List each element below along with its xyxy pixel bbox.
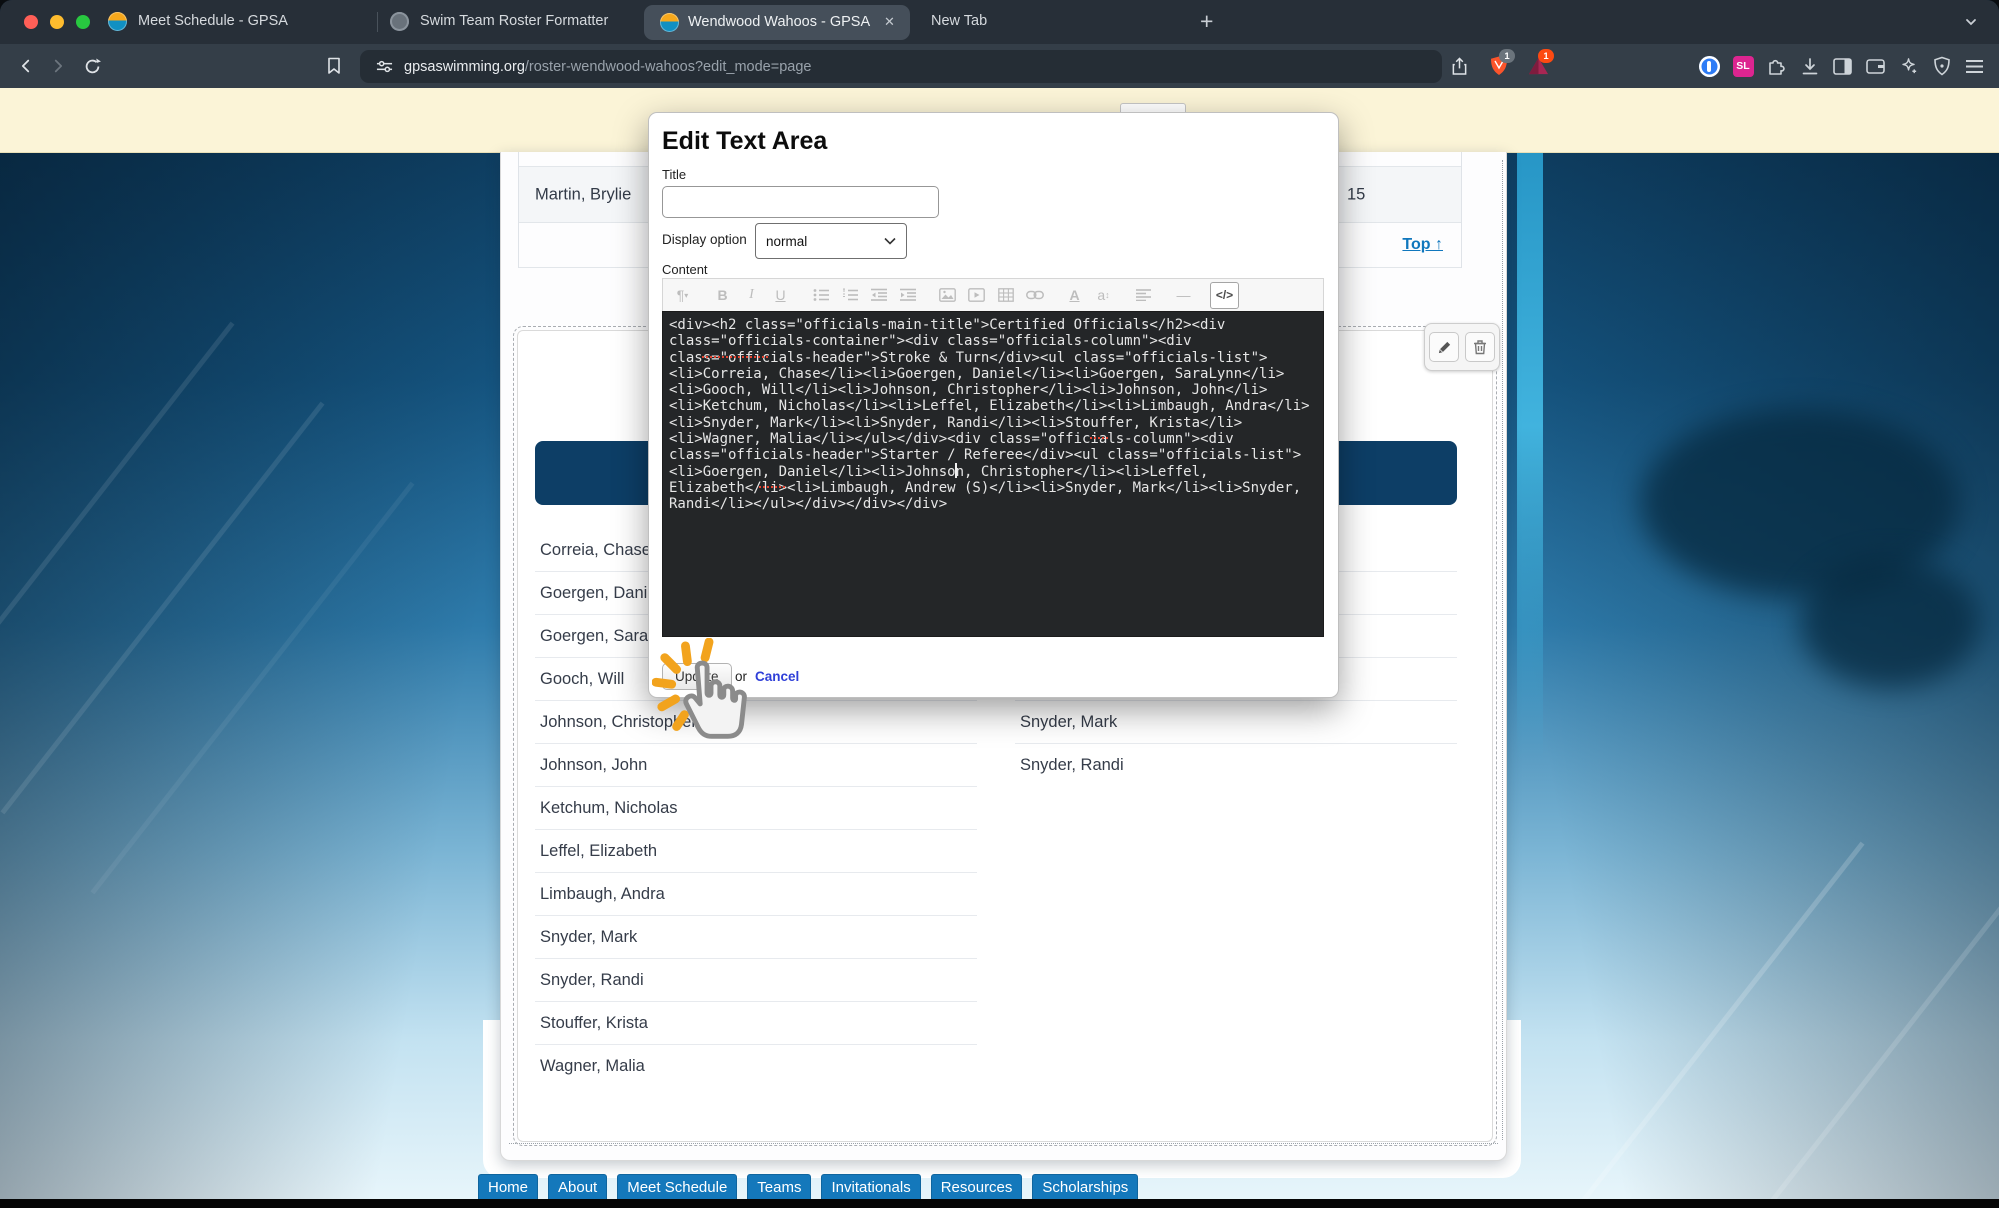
insert-table-button[interactable] <box>992 283 1019 308</box>
numbered-list-button[interactable] <box>836 283 863 308</box>
browser-toolbar: gpsaswimming.org/roster-wendwood-wahoos?… <box>0 44 1999 89</box>
privacy-shield-icon[interactable] <box>1929 53 1955 79</box>
new-tab-button[interactable]: + <box>1200 8 1213 35</box>
browser-window: Meet Schedule - GPSA Swim Team Roster Fo… <box>0 0 1999 1208</box>
tab-close-icon[interactable]: ✕ <box>884 14 895 30</box>
gpsa-logo-icon <box>660 13 679 32</box>
html-source-textarea[interactable]: <div><h2 class="officials-main-title">Ce… <box>662 311 1324 637</box>
code-view-button[interactable]: </> <box>1210 282 1239 309</box>
tab-title: Wendwood Wahoos - GPSA <box>688 14 870 30</box>
outdent-button[interactable] <box>865 283 892 308</box>
edit-region-dashed-border <box>1502 160 1503 1140</box>
url-host: gpsaswimming.org <box>404 59 525 75</box>
content-editor: ¶▾ B I U <box>662 278 1324 637</box>
alert-extension-icon[interactable]: 1 <box>1526 54 1550 78</box>
editor-toolbar: ¶▾ B I U <box>662 278 1324 311</box>
delete-trash-button[interactable] <box>1465 332 1495 362</box>
paragraph-style-button[interactable]: ¶▾ <box>669 283 696 308</box>
horizontal-rule-button[interactable]: — <box>1170 283 1197 308</box>
menu-hamburger-icon[interactable] <box>1961 53 1987 79</box>
simplelogin-icon[interactable]: SL <box>1730 53 1756 79</box>
sidebar-toggle-icon[interactable] <box>1829 53 1855 79</box>
url-path: /roster-wendwood-wahoos?edit_mode=page <box>525 59 812 75</box>
indent-button[interactable] <box>894 283 921 308</box>
list-item: Snyder, Randi <box>535 959 977 1002</box>
click-indicator-cursor <box>652 638 770 756</box>
edit-region-dashed-border <box>509 1143 1498 1144</box>
url-bar[interactable]: gpsaswimming.org/roster-wendwood-wahoos?… <box>360 50 1442 83</box>
dialog-title: Edit Text Area <box>662 127 827 156</box>
downloads-icon[interactable] <box>1797 53 1823 79</box>
bullet-list-button[interactable] <box>807 283 834 308</box>
swimmer-name-cell: Martin, Brylie <box>535 185 631 204</box>
block-edit-toolbar <box>1424 323 1500 371</box>
window-minimize-button[interactable] <box>50 15 64 29</box>
forward-button[interactable] <box>46 54 70 78</box>
list-item: Leffel, Elizabeth <box>535 830 977 873</box>
site-settings-icon[interactable] <box>372 55 396 79</box>
top-anchor-link[interactable]: Top ↑ <box>1402 236 1443 254</box>
title-input[interactable] <box>662 186 939 218</box>
font-color-button[interactable]: A <box>1061 283 1088 308</box>
edit-pencil-button[interactable] <box>1429 332 1459 362</box>
font-size-button[interactable]: a↕ <box>1090 283 1117 308</box>
spellcheck-squiggle <box>759 484 785 488</box>
spellcheck-squiggle <box>1090 435 1108 439</box>
text-caret <box>955 463 957 478</box>
list-item: Snyder, Mark <box>535 916 977 959</box>
reload-button[interactable] <box>80 54 104 78</box>
generic-site-icon <box>390 12 409 31</box>
list-item: Snyder, Randi <box>1015 744 1457 787</box>
pool-lane-line <box>1517 152 1543 762</box>
tab-title: Swim Team Roster Formatter <box>420 13 608 29</box>
tab-new-tab[interactable]: New Tab <box>931 13 987 29</box>
bookmark-icon[interactable] <box>322 54 346 78</box>
window-bottom-edge <box>0 1199 1999 1208</box>
content-field-label: Content <box>662 262 708 277</box>
display-option-select[interactable]: normal <box>755 223 907 259</box>
window-zoom-button[interactable] <box>76 15 90 29</box>
list-item: Limbaugh, Andra <box>535 873 977 916</box>
list-item: Wagner, Malia <box>535 1045 977 1088</box>
align-button[interactable] <box>1130 283 1157 308</box>
password-manager-icon[interactable] <box>1696 53 1722 79</box>
tab-title: Meet Schedule - GPSA <box>138 13 288 29</box>
insert-link-button[interactable] <box>1021 283 1048 308</box>
wallet-icon[interactable] <box>1862 53 1888 79</box>
chevron-down-icon <box>884 237 896 245</box>
tab-separator <box>377 12 378 32</box>
extensions-puzzle-icon[interactable] <box>1763 53 1789 79</box>
back-button[interactable] <box>14 54 38 78</box>
display-option-label: Display option <box>662 232 747 247</box>
shield-badge: 1 <box>1499 49 1515 63</box>
insert-image-button[interactable] <box>934 283 961 308</box>
italic-button[interactable]: I <box>738 283 765 308</box>
window-close-button[interactable] <box>24 15 38 29</box>
swimmer-age-cell: 15 <box>1347 185 1365 204</box>
spellcheck-squiggle <box>702 354 768 358</box>
tab-bar: Meet Schedule - GPSA Swim Team Roster Fo… <box>0 0 1999 44</box>
edit-text-area-dialog: Edit Text Area Title Display option norm… <box>648 112 1339 698</box>
tab-wendwood-wahoos-active[interactable]: Wendwood Wahoos - GPSA ✕ <box>644 5 910 40</box>
bold-button[interactable]: B <box>709 283 736 308</box>
alert-badge: 1 <box>1538 49 1554 63</box>
share-icon[interactable] <box>1447 54 1471 78</box>
list-item: Stouffer, Krista <box>535 1002 977 1045</box>
title-field-label: Title <box>662 167 686 182</box>
brave-shield-icon[interactable]: 1 <box>1487 54 1511 78</box>
underline-button[interactable]: U <box>767 283 794 308</box>
insert-video-button[interactable] <box>963 283 990 308</box>
list-item: Snyder, Mark <box>1015 701 1457 744</box>
tab-search-chevron-icon[interactable] <box>1964 15 1978 29</box>
leo-ai-sparkle-icon[interactable] <box>1896 53 1922 79</box>
gpsa-logo-icon <box>108 12 127 31</box>
display-option-value: normal <box>766 234 807 249</box>
list-item: Ketchum, Nicholas <box>535 787 977 830</box>
